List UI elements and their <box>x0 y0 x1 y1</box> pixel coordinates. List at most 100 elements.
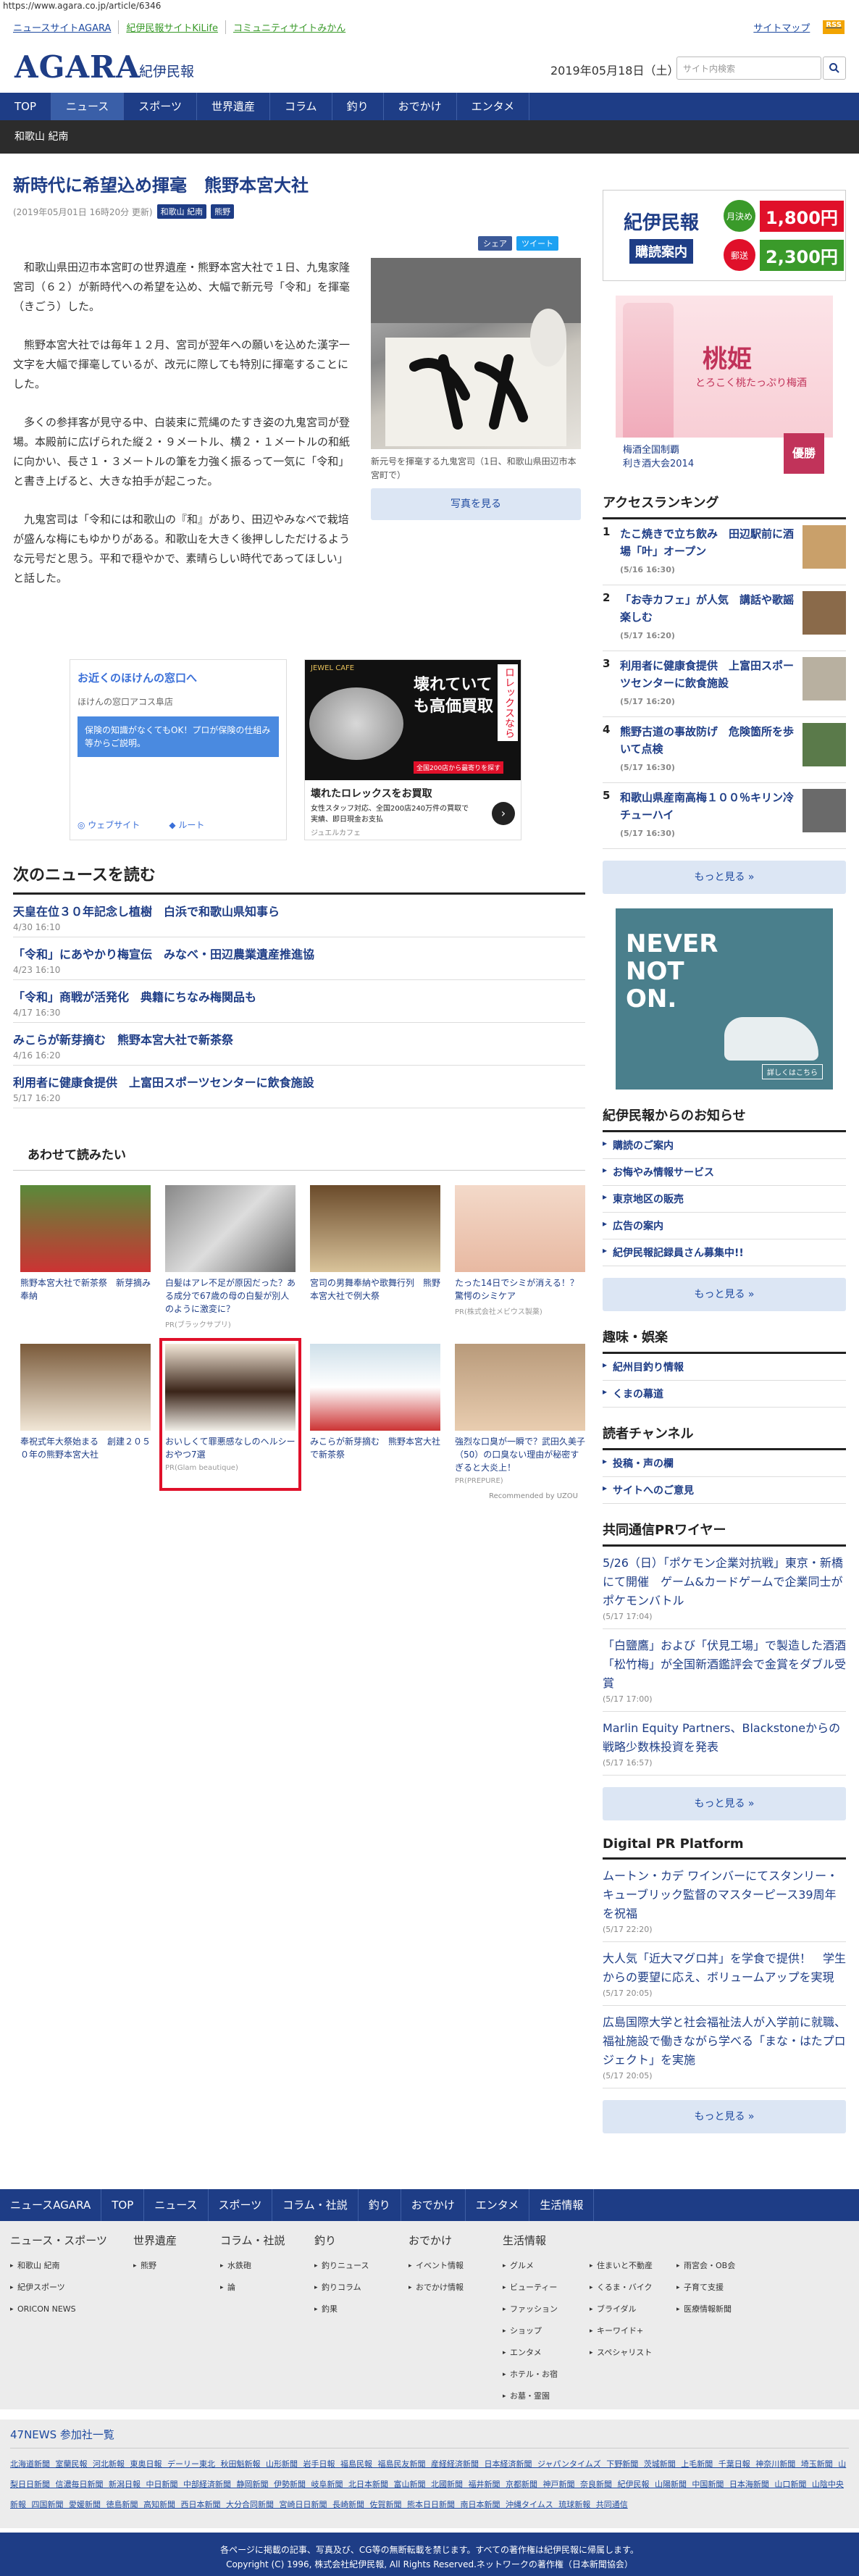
news-item[interactable]: 「令和」にあやかり梅宣伝 みなべ・田辺農業遺産推進協 4/23 16:10 <box>13 937 585 980</box>
link-kilife[interactable]: 紀伊民報サイトKiLife <box>118 20 225 34</box>
recommend-card[interactable]: みこらが新芽摘む 熊野本宮大社で新茶祭 <box>310 1344 440 1485</box>
47news-heading[interactable]: 47NEWS 参加社一覧 <box>10 2427 849 2449</box>
twitter-tweet-button[interactable]: ツイート <box>516 236 558 251</box>
footer-link[interactable]: 水鉄砲 <box>220 2255 293 2277</box>
rss-button[interactable]: RSS <box>823 20 845 34</box>
recommend-card[interactable]: 熊野本宮大社で新茶祭 新芽摘み奉納 <box>20 1185 151 1329</box>
sub-nav-item[interactable]: 和歌山 紀南 <box>0 120 859 154</box>
browser-url-bar[interactable]: https://www.agara.co.jp/article/6346 <box>0 0 859 13</box>
footer-link[interactable]: くるま・バイク <box>590 2277 676 2299</box>
link-mikan[interactable]: コミュニティサイトみかん <box>225 20 353 34</box>
footer-nav-item[interactable]: ニュースAGARA <box>0 2189 102 2221</box>
footer-link[interactable]: 熊野 <box>133 2255 198 2277</box>
dpr-item[interactable]: ムートン・カデ ワインバーにてスタンリー・キューブリック監督のマスターピース39… <box>603 1860 846 1942</box>
subscription-banner[interactable]: 紀伊民報 購読案内 月決め 1,800円 郵送 2,300円 <box>603 190 846 281</box>
news-item[interactable]: みこらが新芽摘む 熊野本宮大社で新茶祭 4/16 16:20 <box>13 1023 585 1066</box>
view-photo-button[interactable]: 写真を見る <box>371 488 581 520</box>
facebook-share-button[interactable]: シェア <box>478 236 512 251</box>
nav-outing[interactable]: おでかけ <box>384 93 457 120</box>
footer-link[interactable]: 釣りニュース <box>314 2255 387 2277</box>
footer-link[interactable]: スペシャリスト <box>590 2342 676 2364</box>
footer-nav-item[interactable]: エンタメ <box>466 2189 530 2221</box>
footer-link[interactable]: 医療情報新聞 <box>676 2299 763 2320</box>
47news-member-list[interactable]: 北海道新聞 室蘭民報 河北新報 東奥日報 デーリー東北 秋田魁新報 山形新聞 岩… <box>10 2454 849 2515</box>
recommend-card-highlighted[interactable]: おいしくて罪悪感なしのヘルシーおやつ7選 PR(Glam beautique) <box>159 1338 301 1491</box>
notice-link[interactable]: 紀伊民報記録員さん募集中!! <box>603 1239 846 1266</box>
notice-link[interactable]: 広告の案内 <box>603 1213 846 1239</box>
nav-news[interactable]: ニュース <box>51 93 125 120</box>
footer-nav-item[interactable]: 釣り <box>359 2189 401 2221</box>
footer-link[interactable]: おでかけ情報 <box>408 2277 481 2299</box>
news-item[interactable]: 利用者に健康食提供 上富田スポーツセンターに飲食施設 5/17 16:20 <box>13 1066 585 1108</box>
insurance-ad[interactable]: お近くのほけんの窓口へ ほけんの窓口アコス阜店 保険の知識がなくてもOK！プロが… <box>70 659 287 840</box>
site-logo[interactable]: AGARA <box>14 49 141 85</box>
ranking-item[interactable]: 4 熊野古道の事故防げ 危険箇所を歩いて点検 (5/17 16:30) <box>603 717 846 783</box>
nav-entame[interactable]: エンタメ <box>457 93 530 120</box>
footer-link[interactable]: ORICON NEWS <box>10 2299 112 2320</box>
shoe-ad[interactable]: NEVER NOT ON. 詳しくはこちら <box>616 908 833 1090</box>
nav-fishing[interactable]: 釣り <box>332 93 384 120</box>
footer-nav-item[interactable]: コラム・社説 <box>272 2189 359 2221</box>
link-sitemap[interactable]: サイトマップ <box>753 20 810 34</box>
arrow-right-icon[interactable]: › <box>492 802 515 825</box>
footer-link[interactable]: ファッション <box>503 2299 590 2320</box>
search-input[interactable]: サイト内検索 <box>676 57 821 80</box>
website-button[interactable]: ◎ ウェブサイト <box>77 819 140 831</box>
footer-link[interactable]: 子育て支援 <box>676 2277 763 2299</box>
recommend-card[interactable]: 奉祝式年大祭始まる 創建２０５０年の熊野本宮大社 <box>20 1344 151 1485</box>
footer-nav-item[interactable]: スポーツ <box>209 2189 273 2221</box>
dpr-item[interactable]: 広島国際大学と社会福祉法人が入学前に就職、福祉施設で働きながら学べる「まな・はた… <box>603 2006 846 2088</box>
nav-sports[interactable]: スポーツ <box>124 93 197 120</box>
footer-nav-item[interactable]: ニュース <box>144 2189 209 2221</box>
footer-link[interactable]: ブライダル <box>590 2299 676 2320</box>
footer-link[interactable]: グルメ <box>503 2255 590 2277</box>
footer-link[interactable]: エンタメ <box>503 2342 590 2364</box>
plum-wine-ad[interactable]: 桃姫 とろこく桃たっぷり梅酒 梅酒全国制覇 利き酒大会2014 優勝 <box>616 296 833 477</box>
link-agara[interactable]: ニュースサイトAGARA <box>13 20 118 34</box>
shoe-ad-button[interactable]: 詳しくはこちら <box>762 1064 823 1079</box>
footer-link[interactable]: ホテル・お宿 <box>503 2364 590 2385</box>
nav-column[interactable]: コラム <box>270 93 332 120</box>
reader-link[interactable]: 投稿・声の欄 <box>603 1450 846 1477</box>
kyodo-more-button[interactable]: もっと見る » <box>603 1787 846 1820</box>
footer-nav-item[interactable]: おでかけ <box>401 2189 466 2221</box>
footer-link[interactable]: ビューティー <box>503 2277 590 2299</box>
footer-nav-item[interactable]: 生活情報 <box>529 2189 595 2221</box>
ranking-item[interactable]: 5 和歌山県産南高梅１００％キリン冷チューハイ (5/17 16:30) <box>603 783 846 849</box>
footer-link[interactable]: イベント情報 <box>408 2255 481 2277</box>
footer-link[interactable]: ショップ <box>503 2320 590 2342</box>
footer-link[interactable]: 紀伊スポーツ <box>10 2277 112 2299</box>
notice-more-button[interactable]: もっと見る » <box>603 1278 846 1311</box>
recommend-card[interactable]: 強烈な口臭が一瞬で？武田久美子（50）の口臭ない理由が秘密すぎると大炎上！ PR(… <box>455 1344 585 1485</box>
hobby-link[interactable]: くまの幕道 <box>603 1381 846 1408</box>
footer-link[interactable]: 論 <box>220 2277 293 2299</box>
kyodo-item[interactable]: Marlin Equity Partners、Blackstoneからの戦略少数… <box>603 1712 846 1776</box>
recommend-powered-by[interactable]: Recommended by UZOU <box>13 1492 585 1500</box>
recommend-card[interactable]: 白髪はアレ不足が原因だった？ある成分で67歳の母の白髪が別人のように激変に？ PR… <box>165 1185 296 1329</box>
ranking-item[interactable]: 2 「お寺カフェ」が人気 講話や歌謡楽しむ (5/17 16:20) <box>603 585 846 651</box>
ranking-item[interactable]: 1 たこ焼きで立ち飲み 田辺駅前に酒場「叶」オープン (5/16 16:30) <box>603 519 846 585</box>
notice-link[interactable]: 購読のご案内 <box>603 1132 846 1159</box>
tag-wakayama[interactable]: 和歌山 紀南 <box>156 204 207 219</box>
rolex-ad[interactable]: JEWEL CAFE 壊れていても高価買取 ロレックスなら 全国200店から最寄… <box>304 659 521 840</box>
footer-link[interactable]: 住まいと不動産 <box>590 2255 676 2277</box>
footer-nav-item[interactable]: TOP <box>101 2189 145 2221</box>
footer-link[interactable]: 釣りコラム <box>314 2277 387 2299</box>
tag-kumano[interactable]: 熊野 <box>211 204 235 219</box>
footer-link[interactable]: キーワイド+ <box>590 2320 676 2342</box>
route-button[interactable]: ◆ ルート <box>169 819 204 831</box>
kyodo-item[interactable]: 5/26（日）「ポケモン企業対抗戦」東京・新橋にて開催 ゲーム&カードゲームで企… <box>603 1547 846 1629</box>
recommend-card[interactable]: たった14日でシミが消える！？驚愕のシミケア PR(株式会社メビウス製薬) <box>455 1185 585 1329</box>
footer-link[interactable]: お墓・霊園 <box>503 2385 590 2407</box>
news-item[interactable]: 天皇在位３０年記念し植樹 白浜で和歌山県知事ら 4/30 16:10 <box>13 895 585 937</box>
hobby-link[interactable]: 紀州目釣り情報 <box>603 1354 846 1381</box>
footer-link[interactable]: 釣果 <box>314 2299 387 2320</box>
dpr-more-button[interactable]: もっと見る » <box>603 2100 846 2133</box>
dpr-item[interactable]: 大人気「近大マグロ丼」を学食で提供！ 学生からの要望に応え、ボリュームアップを実… <box>603 1942 846 2006</box>
notice-link[interactable]: お悔やみ情報サービス <box>603 1159 846 1186</box>
news-item[interactable]: 「令和」商戦が活発化 典籍にちなみ梅関品も 4/17 16:30 <box>13 980 585 1023</box>
search-button[interactable] <box>823 57 846 80</box>
recommend-card[interactable]: 宮司の男舞奉納や歌舞行列 熊野本宮大社で例大祭 <box>310 1185 440 1329</box>
notice-link[interactable]: 東京地区の販売 <box>603 1186 846 1213</box>
ranking-more-button[interactable]: もっと見る » <box>603 861 846 894</box>
